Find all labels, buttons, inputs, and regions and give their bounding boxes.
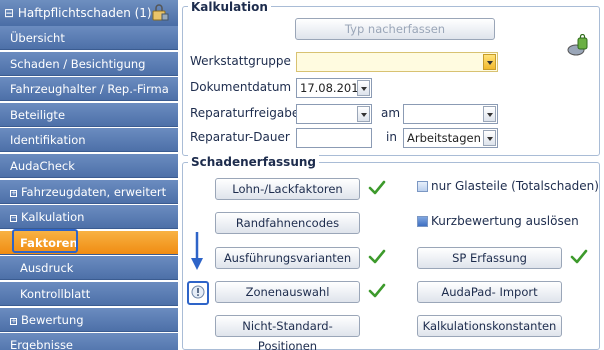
sidebar-item-label: Fahrzeughalter / Rep.-Firma bbox=[10, 82, 169, 96]
chevron-down-icon[interactable] bbox=[483, 54, 496, 70]
sidebar-item-identifikation[interactable]: Identifikation bbox=[0, 128, 178, 152]
sidebar-item-übersicht[interactable]: Übersicht bbox=[0, 26, 178, 50]
sidebar-item-kontrollblatt[interactable]: Kontrollblatt bbox=[0, 282, 178, 306]
sidebar-item-ausdruck[interactable]: Ausdruck bbox=[0, 256, 178, 280]
navigation-sidebar: ⊟ Haftpflichtschaden (1) Übersicht Schade… bbox=[0, 0, 178, 350]
zonenauswahl-button[interactable]: Zonenauswahl bbox=[215, 281, 360, 303]
sidebar-item-label: AudaCheck bbox=[10, 159, 75, 173]
audapad-import-button[interactable]: AudaPad- Import bbox=[417, 281, 562, 303]
dokumentdatum-label: Dokumentdatum bbox=[190, 80, 292, 94]
sidebar-item-label: Bewertung bbox=[21, 313, 84, 327]
sidebar-item-label: Identifikation bbox=[10, 133, 86, 147]
typ-nacherfassen-button[interactable]: Typ nacherfassen bbox=[295, 18, 495, 40]
reparaturfreigabe-select[interactable] bbox=[296, 104, 372, 124]
edit-lock-icon bbox=[567, 34, 588, 56]
checkmark-icon bbox=[368, 180, 386, 195]
folder-lock-icon bbox=[152, 4, 169, 21]
sidebar-item-label: Fahrzeugdaten, erweitert bbox=[21, 185, 167, 199]
in-label: in bbox=[386, 130, 397, 144]
reparaturdauer-input[interactable] bbox=[296, 128, 372, 148]
checkmark-icon bbox=[368, 249, 386, 264]
einheit-select[interactable]: Arbeitstagen bbox=[403, 128, 498, 148]
am-label: am bbox=[381, 106, 401, 120]
checkmark-icon bbox=[570, 249, 588, 264]
lohn-lackfaktoren-button[interactable]: Lohn-/Lackfaktoren bbox=[215, 178, 360, 200]
werkstattgruppe-label: Werkstattgruppe bbox=[190, 54, 291, 68]
chevron-down-icon[interactable] bbox=[483, 106, 496, 122]
sidebar-item-label: Kalkulation bbox=[21, 210, 85, 224]
info-icon[interactable] bbox=[191, 285, 205, 299]
kurzbewertung-checkbox[interactable] bbox=[417, 216, 428, 227]
werkstattgruppe-select[interactable] bbox=[296, 52, 498, 72]
nicht-standard-positionen-button[interactable]: Nicht-Standard-Positionen bbox=[215, 315, 360, 350]
sidebar-item-audacheck[interactable]: AudaCheck bbox=[0, 154, 178, 178]
kalkulation-title: Kalkulation bbox=[188, 0, 271, 14]
sidebar-item-label: Kontrollblatt bbox=[20, 287, 91, 301]
sp-erfassung-button[interactable]: SP Erfassung bbox=[417, 247, 562, 269]
sidebar-item-fahrzeughalter-rep-firma[interactable]: Fahrzeughalter / Rep.-Firma bbox=[0, 77, 178, 101]
glasteile-label: nur Glasteile (Totalschaden) bbox=[431, 179, 599, 193]
chevron-down-icon[interactable] bbox=[357, 80, 370, 96]
am-date-field[interactable] bbox=[403, 104, 498, 124]
sidebar-item-label: Ausdruck bbox=[20, 261, 74, 275]
sidebar-item-fahrzeugdaten-erweitert[interactable]: + Fahrzeugdaten, erweitert bbox=[0, 180, 178, 204]
kurzbewertung-label: Kurzbewertung auslösen bbox=[431, 214, 579, 228]
expand-icon[interactable]: + bbox=[10, 190, 17, 197]
expand-icon[interactable]: + bbox=[10, 318, 17, 325]
sidebar-header-title: ⊟ Haftpflichtschaden (1) bbox=[4, 6, 152, 20]
sidebar-item-bewertung[interactable]: + Bewertung bbox=[0, 308, 178, 332]
sidebar-item-ergebnisse[interactable]: Ergebnisse bbox=[0, 333, 178, 350]
glasteile-checkbox[interactable] bbox=[417, 181, 428, 192]
schadenerfassung-title: Schadenerfassung bbox=[188, 155, 320, 169]
sidebar-item-label: Schaden / Besichtigung bbox=[10, 57, 146, 71]
dokumentdatum-field[interactable]: 17.08.2015 bbox=[296, 78, 372, 98]
sidebar-item-label: Ergebnisse bbox=[10, 338, 74, 350]
down-arrow-annotation-icon bbox=[191, 232, 203, 270]
randfahnencodes-button[interactable]: Randfahnencodes bbox=[215, 212, 360, 234]
reparaturdauer-label: Reparatur-Dauer bbox=[190, 130, 290, 144]
sidebar-item-kalkulation[interactable]: − Kalkulation bbox=[0, 205, 178, 229]
faktoren-highlight-frame bbox=[12, 229, 78, 253]
sidebar-item-label: Übersicht bbox=[10, 31, 65, 45]
checkmark-icon bbox=[368, 283, 386, 298]
sidebar-item-label: Beteiligte bbox=[10, 108, 66, 122]
reparaturfreigabe-label: Reparaturfreigabe bbox=[190, 106, 300, 120]
sidebar-header[interactable]: ⊟ Haftpflichtschaden (1) bbox=[0, 0, 178, 26]
ausfuehrungsvarianten-button[interactable]: Ausführungsvarianten bbox=[215, 247, 360, 269]
collapse-icon[interactable]: − bbox=[10, 215, 17, 222]
sidebar-item-schaden-besichtigung[interactable]: Schaden / Besichtigung bbox=[0, 52, 178, 76]
chevron-down-icon[interactable] bbox=[357, 106, 370, 122]
chevron-down-icon[interactable] bbox=[483, 130, 496, 146]
sidebar-item-beteiligte[interactable]: Beteiligte bbox=[0, 103, 178, 127]
kalkulationskonstanten-button[interactable]: Kalkulationskonstanten bbox=[417, 315, 562, 337]
